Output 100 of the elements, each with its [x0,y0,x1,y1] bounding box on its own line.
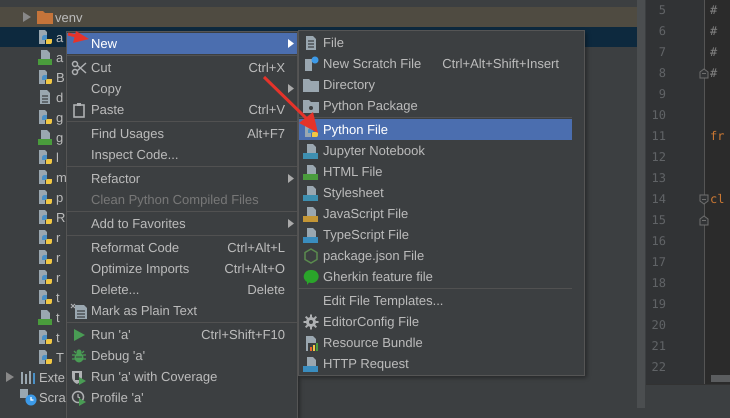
tree-item[interactable]: B [0,67,65,87]
tree-item[interactable]: g [0,107,64,127]
python-file-icon [37,29,53,45]
shortcut-label: Ctrl+Shift+F10 [200,327,285,342]
hexagon-icon [303,248,319,264]
tree-item[interactable]: venv [0,7,637,27]
menu-item[interactable]: Debug 'a' [67,345,297,366]
menu-item[interactable]: Jupyter Notebook [299,140,572,161]
shortcut-label: Ctrl+Alt+Shift+Insert [441,56,559,71]
typescript-file-icon [303,226,319,242]
tree-item[interactable]: m [0,167,67,187]
menu-item[interactable]: Mark as Plain Text [67,300,297,321]
menu-item[interactable]: HTTP Request [299,353,572,374]
menu-item[interactable]: Find Usages Alt+F7 [67,123,297,144]
tree-item[interactable]: T [0,347,64,367]
menu-item[interactable]: Gherkin feature file [299,266,572,287]
fold-marker-icon[interactable] [699,68,709,79]
menu-item[interactable]: EditorConfig File [299,311,572,332]
shortcut-label: Delete [246,282,285,297]
gear-icon [303,314,319,330]
file-type-icon [303,142,319,158]
menu-item[interactable]: Stylesheet [299,182,572,203]
menu-item[interactable]: Reformat Code Ctrl+Alt+L [67,237,297,258]
code-line: # [710,66,718,80]
python-file-icon [37,329,53,345]
python-file-icon [37,169,53,185]
gherkin-icon [303,268,319,284]
code-line: # [710,24,718,38]
python-file-icon [37,149,53,165]
menu-item[interactable]: Optimize Imports Ctrl+Alt+O [67,258,297,279]
menu-item[interactable]: TypeScript File [299,224,572,245]
tree-item[interactable]: g [0,127,64,147]
menu-item[interactable]: Inspect Code... [67,144,297,165]
bundle-icon [303,334,319,350]
shortcut-label: Ctrl+Alt+O [223,261,285,276]
tree-item[interactable]: d [0,87,64,107]
qt-file-icon [37,309,53,325]
python-file-icon [37,269,53,285]
shortcut-label: Ctrl+V [248,102,285,117]
profiler-clock-icon [71,390,87,406]
scrollbar[interactable] [637,0,645,408]
qt-file-icon [37,129,53,145]
file-type-icon [303,184,319,200]
tree-item[interactable]: p [0,187,64,207]
tree-item[interactable]: Scra [0,387,66,407]
fold-marker-icon[interactable] [699,194,709,205]
menu-item[interactable]: Cut Ctrl+X [67,57,297,78]
code-line: fr [710,129,724,143]
html-file-icon [303,164,319,180]
python-file-icon [37,289,53,305]
menu-item[interactable]: Python File [299,119,572,140]
expand-arrow-icon[interactable] [22,12,30,22]
menu-item[interactable]: Profile 'a' [67,387,297,408]
shortcut-label: Ctrl+Alt+L [226,240,285,255]
tree-item[interactable]: t [0,287,60,307]
python-file-icon [37,349,53,365]
menu-item[interactable]: Edit File Templates... [299,290,572,311]
tree-item[interactable]: Exte [0,367,66,387]
menu-item[interactable]: Copy [67,78,297,99]
tree-item[interactable]: a [0,47,64,67]
menu-item[interactable]: HTML File [299,161,572,182]
menu-item[interactable]: Run 'a' with Coverage [67,366,297,387]
folder-icon [37,10,53,24]
menu-item[interactable]: Directory [299,74,572,95]
tree-item[interactable]: r [0,227,60,247]
menu-item[interactable]: JavaScript File [299,203,572,224]
scissors-icon [71,60,87,76]
library-icon [20,370,36,384]
package-folder-icon [303,98,319,112]
code-line: cl [710,192,724,206]
play-icon [71,326,87,342]
scratch-clock-icon [19,388,37,406]
python-file-icon [37,229,53,245]
python-file-icon [37,249,53,265]
tree-item[interactable]: t [0,307,60,327]
tree-item[interactable]: r [0,267,60,287]
python-file-icon [37,109,53,125]
menu-item[interactable]: Delete... Delete [67,279,297,300]
expand-arrow-icon[interactable] [4,372,14,382]
menu-item[interactable]: File [299,32,572,53]
menu-item[interactable]: package.json File [299,245,572,266]
menu-item[interactable]: Paste Ctrl+V [67,99,297,120]
clipboard-icon [71,102,87,118]
menu-item[interactable]: Refactor [67,168,297,189]
python-file-icon [37,69,53,85]
scratch-file-icon [303,56,319,72]
shortcut-label: Ctrl+X [248,60,285,75]
menu-item[interactable]: Add to Favorites [67,213,297,234]
menu-item[interactable]: Run 'a' Ctrl+Shift+F10 [67,324,297,345]
tree-item[interactable]: t [0,327,60,347]
menu-item[interactable]: New [67,33,297,54]
tree-item[interactable]: r [0,247,60,267]
tree-item[interactable]: l [0,147,59,167]
menu-item[interactable]: Resource Bundle [299,332,572,353]
python-file-icon [37,189,53,205]
menu-item[interactable]: New Scratch File Ctrl+Alt+Shift+Insert [299,53,572,74]
typescript-file-icon [303,356,319,372]
fold-marker-icon[interactable] [699,215,709,226]
menu-item[interactable]: Python Package [299,95,572,116]
tree-item[interactable]: R [0,207,66,227]
